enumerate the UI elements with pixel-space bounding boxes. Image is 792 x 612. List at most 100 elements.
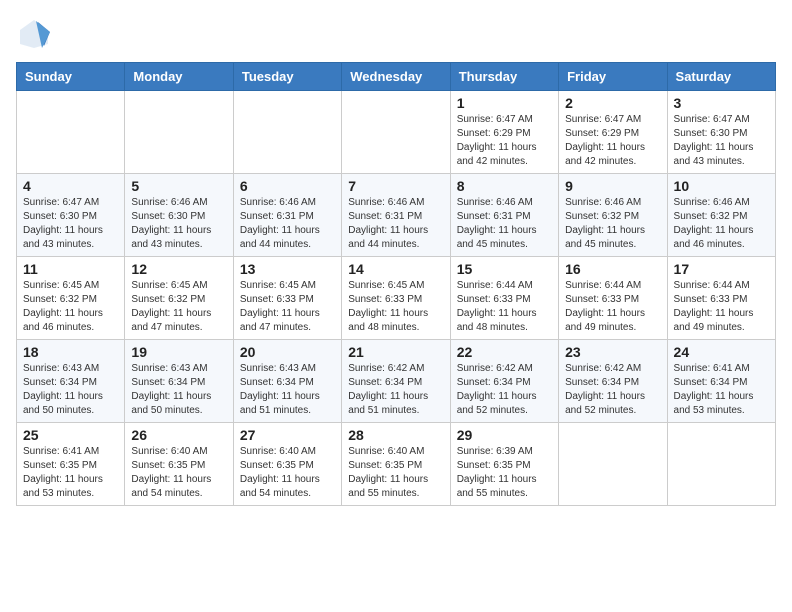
day-info: Sunrise: 6:47 AM Sunset: 6:30 PM Dayligh… [23, 196, 118, 252]
calendar-header-row: SundayMondayTuesdayWednesdayThursdayFrid… [17, 63, 776, 91]
calendar-cell: 9Sunrise: 6:46 AM Sunset: 6:32 PM Daylig… [559, 174, 667, 257]
day-number: 13 [240, 261, 335, 277]
day-number: 23 [565, 344, 660, 360]
calendar-cell: 17 Sunrise: 6:44 AM Sunset: 6:33 PM Dayli… [667, 257, 775, 340]
day-info: Sunrise: 6:46 AM Sunset: 6:31 PM Dayligh… [240, 196, 335, 252]
calendar-cell: 16 Sunrise: 6:44 AM Sunset: 6:33 PM Dayli… [559, 257, 667, 340]
calendar: SundayMondayTuesdayWednesdayThursdayFrid… [16, 62, 776, 506]
calendar-cell: 25Sunrise: 6:41 AM Sunset: 6:35 PM Dayli… [17, 423, 125, 506]
calendar-cell: 2Sunrise: 6:47 AM Sunset: 6:29 PM Daylig… [559, 91, 667, 174]
day-info: Sunrise: 6:44 AM Sunset: 6:33 PM Dayligh… [457, 279, 552, 335]
day-info: Sunrise: 6:39 AM Sunset: 6:35 PM Dayligh… [457, 445, 552, 501]
day-header-sunday: Sunday [17, 63, 125, 91]
day-number: 8 [457, 178, 552, 194]
day-number: 15 [457, 261, 552, 277]
day-info: Sunrise: 6:42 AM Sunset: 6:34 PM Dayligh… [565, 362, 660, 418]
calendar-cell: 13 Sunrise: 6:45 AM Sunset: 6:33 PM Dayli… [233, 257, 341, 340]
day-number: 21 [348, 344, 443, 360]
day-info: Sunrise: 6:45 AM Sunset: 6:32 PM Dayligh… [23, 279, 118, 335]
logo [16, 16, 56, 52]
calendar-cell: 23 Sunrise: 6:42 AM Sunset: 6:34 PM Dayli… [559, 340, 667, 423]
calendar-cell: 19 Sunrise: 6:43 AM Sunset: 6:34 PM Dayli… [125, 340, 233, 423]
day-number: 26 [131, 427, 226, 443]
header [16, 16, 776, 52]
day-info: Sunrise: 6:47 AM Sunset: 6:29 PM Dayligh… [565, 113, 660, 169]
calendar-week-2: 4 Sunrise: 6:47 AM Sunset: 6:30 PM Daylig… [17, 174, 776, 257]
calendar-week-3: 11 Sunrise: 6:45 AM Sunset: 6:32 PM Dayli… [17, 257, 776, 340]
day-header-wednesday: Wednesday [342, 63, 450, 91]
day-info: Sunrise: 6:43 AM Sunset: 6:34 PM Dayligh… [131, 362, 226, 418]
calendar-cell [559, 423, 667, 506]
calendar-cell: 27 Sunrise: 6:40 AM Sunset: 6:35 PM Dayli… [233, 423, 341, 506]
day-number: 16 [565, 261, 660, 277]
logo-icon [16, 16, 52, 52]
calendar-cell: 4 Sunrise: 6:47 AM Sunset: 6:30 PM Daylig… [17, 174, 125, 257]
day-number: 22 [457, 344, 552, 360]
day-info: Sunrise: 6:44 AM Sunset: 6:33 PM Dayligh… [565, 279, 660, 335]
day-number: 27 [240, 427, 335, 443]
day-info: Sunrise: 6:45 AM Sunset: 6:32 PM Dayligh… [131, 279, 226, 335]
day-number: 28 [348, 427, 443, 443]
day-number: 29 [457, 427, 552, 443]
day-number: 24 [674, 344, 769, 360]
calendar-week-5: 25Sunrise: 6:41 AM Sunset: 6:35 PM Dayli… [17, 423, 776, 506]
day-info: Sunrise: 6:46 AM Sunset: 6:32 PM Dayligh… [565, 196, 660, 252]
calendar-cell: 18 Sunrise: 6:43 AM Sunset: 6:34 PM Dayli… [17, 340, 125, 423]
calendar-cell: 21 Sunrise: 6:42 AM Sunset: 6:34 PM Dayli… [342, 340, 450, 423]
calendar-week-1: 1 Sunrise: 6:47 AM Sunset: 6:29 PM Daylig… [17, 91, 776, 174]
day-info: Sunrise: 6:42 AM Sunset: 6:34 PM Dayligh… [457, 362, 552, 418]
day-info: Sunrise: 6:46 AM Sunset: 6:30 PM Dayligh… [131, 196, 226, 252]
day-number: 20 [240, 344, 335, 360]
calendar-cell: 29 Sunrise: 6:39 AM Sunset: 6:35 PM Dayli… [450, 423, 558, 506]
day-number: 10 [674, 178, 769, 194]
calendar-cell: 6 Sunrise: 6:46 AM Sunset: 6:31 PM Daylig… [233, 174, 341, 257]
calendar-week-4: 18 Sunrise: 6:43 AM Sunset: 6:34 PM Dayli… [17, 340, 776, 423]
day-number: 17 [674, 261, 769, 277]
day-number: 7 [348, 178, 443, 194]
day-header-friday: Friday [559, 63, 667, 91]
day-info: Sunrise: 6:46 AM Sunset: 6:31 PM Dayligh… [348, 196, 443, 252]
day-number: 19 [131, 344, 226, 360]
day-number: 18 [23, 344, 118, 360]
day-number: 3 [674, 95, 769, 111]
calendar-cell: 10 Sunrise: 6:46 AM Sunset: 6:32 PM Dayli… [667, 174, 775, 257]
calendar-cell: 14 Sunrise: 6:45 AM Sunset: 6:33 PM Dayli… [342, 257, 450, 340]
day-info: Sunrise: 6:40 AM Sunset: 6:35 PM Dayligh… [348, 445, 443, 501]
day-number: 14 [348, 261, 443, 277]
day-info: Sunrise: 6:42 AM Sunset: 6:34 PM Dayligh… [348, 362, 443, 418]
day-number: 25 [23, 427, 118, 443]
day-info: Sunrise: 6:44 AM Sunset: 6:33 PM Dayligh… [674, 279, 769, 335]
day-info: Sunrise: 6:43 AM Sunset: 6:34 PM Dayligh… [240, 362, 335, 418]
day-info: Sunrise: 6:43 AM Sunset: 6:34 PM Dayligh… [23, 362, 118, 418]
calendar-cell: 12Sunrise: 6:45 AM Sunset: 6:32 PM Dayli… [125, 257, 233, 340]
day-info: Sunrise: 6:40 AM Sunset: 6:35 PM Dayligh… [240, 445, 335, 501]
calendar-cell [125, 91, 233, 174]
calendar-cell: 3 Sunrise: 6:47 AM Sunset: 6:30 PM Daylig… [667, 91, 775, 174]
day-info: Sunrise: 6:47 AM Sunset: 6:30 PM Dayligh… [674, 113, 769, 169]
calendar-cell [233, 91, 341, 174]
day-info: Sunrise: 6:45 AM Sunset: 6:33 PM Dayligh… [348, 279, 443, 335]
calendar-cell [667, 423, 775, 506]
day-number: 6 [240, 178, 335, 194]
day-info: Sunrise: 6:46 AM Sunset: 6:32 PM Dayligh… [674, 196, 769, 252]
calendar-cell [342, 91, 450, 174]
calendar-cell [17, 91, 125, 174]
day-number: 4 [23, 178, 118, 194]
day-number: 11 [23, 261, 118, 277]
calendar-cell: 15 Sunrise: 6:44 AM Sunset: 6:33 PM Dayli… [450, 257, 558, 340]
day-number: 1 [457, 95, 552, 111]
day-number: 5 [131, 178, 226, 194]
day-header-monday: Monday [125, 63, 233, 91]
day-info: Sunrise: 6:45 AM Sunset: 6:33 PM Dayligh… [240, 279, 335, 335]
day-header-tuesday: Tuesday [233, 63, 341, 91]
day-header-thursday: Thursday [450, 63, 558, 91]
day-info: Sunrise: 6:40 AM Sunset: 6:35 PM Dayligh… [131, 445, 226, 501]
calendar-cell: 24 Sunrise: 6:41 AM Sunset: 6:34 PM Dayli… [667, 340, 775, 423]
calendar-cell: 28 Sunrise: 6:40 AM Sunset: 6:35 PM Dayli… [342, 423, 450, 506]
calendar-cell: 26 Sunrise: 6:40 AM Sunset: 6:35 PM Dayli… [125, 423, 233, 506]
calendar-cell: 11 Sunrise: 6:45 AM Sunset: 6:32 PM Dayli… [17, 257, 125, 340]
calendar-cell: 22 Sunrise: 6:42 AM Sunset: 6:34 PM Dayli… [450, 340, 558, 423]
calendar-cell: 7 Sunrise: 6:46 AM Sunset: 6:31 PM Daylig… [342, 174, 450, 257]
calendar-cell: 8Sunrise: 6:46 AM Sunset: 6:31 PM Daylig… [450, 174, 558, 257]
day-info: Sunrise: 6:41 AM Sunset: 6:34 PM Dayligh… [674, 362, 769, 418]
